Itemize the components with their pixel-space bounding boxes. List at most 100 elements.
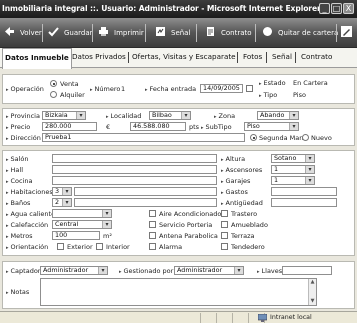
alarma-checkbox[interactable] bbox=[149, 243, 156, 250]
garajes-select[interactable]: 1 bbox=[271, 176, 315, 185]
aire-checkbox[interactable] bbox=[149, 210, 156, 217]
orientacion-label: Orientación bbox=[6, 243, 49, 251]
contrato-button[interactable]: Contrato bbox=[205, 25, 252, 41]
banos-notes[interactable] bbox=[74, 198, 217, 207]
subtipo-label: SubTipo bbox=[201, 123, 232, 131]
contrato-label: Contrato bbox=[221, 29, 252, 37]
garajes-label: Garajes bbox=[221, 177, 251, 185]
fecha-label: Fecha entrada bbox=[145, 85, 197, 93]
calefaccion-select[interactable]: Central bbox=[52, 220, 112, 229]
direccion-input[interactable]: Prueba1 bbox=[42, 133, 245, 142]
precio-label: Precio bbox=[6, 123, 31, 131]
toolbar-separator bbox=[92, 24, 93, 42]
volver-button[interactable]: Volver bbox=[4, 25, 42, 41]
exterior-checkbox[interactable] bbox=[57, 243, 64, 250]
aire-label: Aire Acondicionado bbox=[159, 210, 222, 218]
pesetas-input[interactable]: 46.588.080 bbox=[130, 122, 186, 131]
provincia-select[interactable]: Bizkaia bbox=[42, 111, 86, 120]
venta-radio[interactable] bbox=[50, 80, 57, 87]
notas-textarea[interactable]: ▲ ▼ bbox=[40, 278, 317, 306]
gastos-input[interactable] bbox=[271, 187, 337, 196]
subtipo-select[interactable]: Piso bbox=[244, 122, 299, 131]
metros-input[interactable]: 100 bbox=[52, 231, 100, 240]
gestionado-select[interactable]: Administrador bbox=[174, 266, 244, 275]
toolbar-separator bbox=[42, 24, 43, 42]
tab-fotos[interactable]: Fotos bbox=[243, 52, 262, 61]
terraza-label: Terraza bbox=[231, 232, 255, 240]
notas-scrollbar[interactable]: ▲ ▼ bbox=[308, 279, 316, 305]
toolbar: Volver Guardar Imprimir Señal Contrato Q… bbox=[0, 18, 357, 48]
scroll-up-arrow[interactable]: ▲ bbox=[309, 279, 316, 286]
servicio-checkbox[interactable] bbox=[149, 221, 156, 228]
exterior-label: Exterior bbox=[67, 243, 93, 251]
tipo-value: Piso bbox=[293, 91, 306, 99]
antena-checkbox[interactable] bbox=[149, 232, 156, 239]
cocina-label: Cocina bbox=[6, 177, 33, 185]
notas-label: Notas bbox=[6, 288, 30, 296]
operacion-label: Operación bbox=[6, 85, 44, 93]
tab-datos-inmueble[interactable]: Datos Inmueble bbox=[2, 48, 72, 69]
amueblado-checkbox[interactable] bbox=[221, 221, 228, 228]
tab-bar: Datos Inmueble Datos Privados Ofertas, V… bbox=[0, 48, 357, 69]
edit-button[interactable] bbox=[341, 25, 357, 41]
senal-button[interactable]: Señal bbox=[155, 25, 190, 41]
numero-value: 1 bbox=[121, 85, 126, 93]
tendedero-label: Tendedero bbox=[231, 243, 265, 251]
nuevo-radio[interactable] bbox=[302, 134, 309, 141]
alquiler-radio[interactable] bbox=[50, 91, 57, 98]
trastero-label: Trastero bbox=[231, 210, 258, 218]
agua-select[interactable] bbox=[52, 209, 112, 218]
salon-input[interactable] bbox=[52, 154, 217, 163]
scroll-down-arrow[interactable]: ▼ bbox=[309, 298, 316, 305]
tab-separator bbox=[128, 52, 129, 63]
antiguedad-input[interactable] bbox=[271, 198, 337, 207]
senal-label: Señal bbox=[171, 29, 191, 37]
trastero-checkbox[interactable] bbox=[221, 210, 228, 217]
habitaciones-notes[interactable] bbox=[74, 187, 217, 196]
llaves-input[interactable] bbox=[282, 266, 332, 275]
precio-input[interactable]: 280.000 bbox=[42, 122, 97, 131]
tab-separator bbox=[237, 52, 238, 63]
hall-input[interactable] bbox=[52, 165, 217, 174]
cocina-input[interactable] bbox=[52, 176, 217, 185]
ascensores-label: Ascensores bbox=[221, 166, 263, 174]
segunda-mano-radio[interactable] bbox=[250, 134, 257, 141]
altura-select[interactable]: Sotano bbox=[271, 154, 315, 163]
tab-ofertas[interactable]: Ofertas, Visitas y Escaparate bbox=[132, 52, 236, 61]
gestionado-label: Gestionado por bbox=[119, 267, 174, 275]
imprimir-button[interactable]: Imprimir bbox=[98, 25, 144, 41]
nuevo-label: Nuevo bbox=[311, 134, 332, 142]
tab-datos-privados[interactable]: Datos Privados bbox=[72, 52, 126, 61]
fecha-input[interactable]: 14/09/2005 bbox=[200, 84, 243, 93]
close-button[interactable]: X bbox=[343, 3, 354, 14]
volver-label: Volver bbox=[20, 29, 42, 37]
toolbar-separator bbox=[145, 24, 146, 42]
minimize-button[interactable]: _ bbox=[319, 3, 330, 14]
tab-contrato[interactable]: Contrato bbox=[301, 52, 332, 61]
tab-senal[interactable]: Señal bbox=[272, 52, 292, 61]
interior-label: Interior bbox=[106, 243, 130, 251]
alarma-label: Alarma bbox=[159, 243, 183, 251]
contract-icon bbox=[205, 26, 216, 37]
status-divider bbox=[232, 313, 233, 323]
localidad-select[interactable]: Bilbao bbox=[149, 111, 191, 120]
interior-checkbox[interactable] bbox=[96, 243, 103, 250]
captador-select[interactable]: Administrador bbox=[40, 266, 108, 275]
servicio-label: Servicio Porteria bbox=[159, 221, 213, 229]
guardar-button[interactable]: Guardar bbox=[48, 25, 93, 41]
banos-select[interactable]: 2 bbox=[52, 198, 72, 207]
antena-label: Antena Parabolica bbox=[159, 232, 218, 240]
calendar-icon[interactable] bbox=[246, 85, 253, 92]
gastos-label: Gastos bbox=[221, 188, 248, 196]
tendedero-checkbox[interactable] bbox=[221, 243, 228, 250]
habitaciones-select[interactable]: 3 bbox=[52, 187, 72, 196]
maximize-button[interactable]: □ bbox=[331, 3, 342, 14]
check-icon bbox=[48, 26, 59, 37]
quitar-label: Quitar de cartera bbox=[278, 29, 339, 37]
ascensores-select[interactable]: 1 bbox=[271, 165, 315, 174]
quitar-button[interactable]: Quitar de cartera bbox=[262, 25, 342, 41]
window-title: Inmobiliaria integral ::. Usuario: Admin… bbox=[2, 4, 321, 13]
zona-select[interactable]: Abando bbox=[257, 111, 299, 120]
estado-value: En Cartera bbox=[293, 79, 328, 87]
terraza-checkbox[interactable] bbox=[221, 232, 228, 239]
